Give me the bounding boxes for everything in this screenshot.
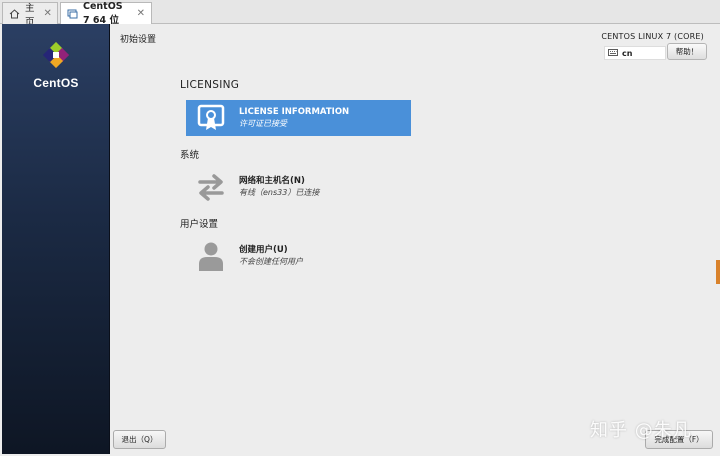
vm-icon (67, 9, 78, 19)
tab-vm-label: CentOS 7 64 位 (83, 1, 123, 26)
product-name: CENTOS LINUX 7 (CORE) (601, 32, 704, 41)
help-button[interactable]: 帮助！ (667, 43, 707, 60)
user-icon (186, 238, 236, 274)
logo-text: CentOS (33, 76, 79, 90)
license-spoke-name: LICENSE INFORMATION (239, 107, 350, 117)
keyboard-icon (608, 48, 618, 58)
keyboard-layout-indicator[interactable]: cn (604, 46, 666, 60)
keyboard-layout-label: cn (622, 48, 633, 58)
create-user-spoke[interactable]: 创建用户(U) 不会创建任何用户 (186, 238, 411, 274)
centos-logo-icon (42, 41, 70, 69)
home-icon (9, 8, 20, 19)
network-hostname-spoke[interactable]: 网络和主机名(N) 有线（ens33）已连接 (186, 169, 411, 205)
window-edge-accent (716, 260, 720, 284)
network-spoke-status: 有线（ens33）已连接 (239, 188, 320, 197)
tab-centos-vm[interactable]: CentOS 7 64 位 ✕ (60, 1, 152, 26)
system-section-title: 系统 (180, 150, 200, 161)
license-information-spoke[interactable]: LICENSE INFORMATION 许可证已接受 (186, 100, 411, 136)
close-icon[interactable]: ✕ (137, 8, 145, 19)
user-section-title: 用户设置 (180, 219, 219, 230)
close-icon[interactable]: ✕ (44, 8, 52, 19)
tab-home[interactable]: 主页 ✕ (2, 2, 58, 28)
license-spoke-status: 许可证已接受 (239, 119, 287, 128)
vm-screen: CentOS 初始设置 CENTOS LINUX 7 (CORE) cn 帮助！… (0, 24, 720, 456)
sidebar: CentOS (2, 24, 110, 454)
network-arrows-icon (186, 169, 236, 205)
network-spoke-name: 网络和主机名(N) (239, 176, 305, 186)
tab-bar: 主页 ✕ CentOS 7 64 位 ✕ (0, 0, 720, 28)
create-user-spoke-name: 创建用户(U) (239, 245, 288, 255)
create-user-spoke-status: 不会创建任何用户 (239, 257, 303, 266)
watermark: 知乎 @朱凡 (590, 420, 692, 441)
quit-button[interactable]: 退出（Q） (113, 430, 166, 449)
licensing-section-title: LICENSING (180, 79, 240, 91)
license-icon (186, 100, 236, 136)
centos-logo: CentOS (2, 41, 110, 90)
page-title: 初始设置 (120, 35, 157, 45)
